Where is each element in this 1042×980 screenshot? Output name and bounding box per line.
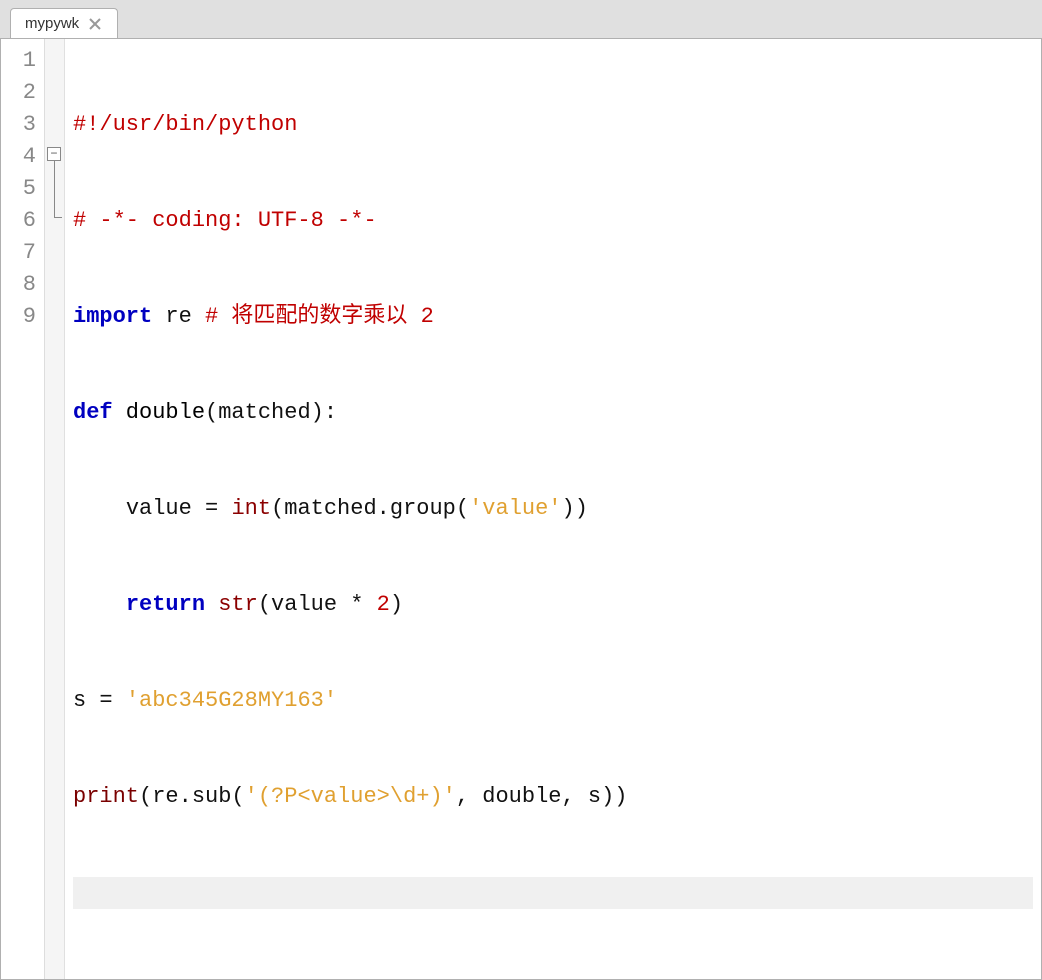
line-number: 9 — [5, 301, 36, 333]
shebang-comment: #!/usr/bin/python — [73, 112, 297, 137]
number-literal: 2 — [377, 592, 390, 617]
function-name: double — [113, 400, 205, 425]
keyword-import: import — [73, 304, 152, 329]
close-icon[interactable] — [87, 16, 103, 32]
fold-collapse-icon[interactable]: − — [47, 147, 61, 161]
string-literal: 'value' — [469, 496, 561, 521]
function-signature: (matched): — [205, 400, 337, 425]
builtin-str: str — [218, 592, 258, 617]
line-number: 4 — [5, 141, 36, 173]
keyword-def: def — [73, 400, 113, 425]
code-line-1: #!/usr/bin/python — [73, 109, 1033, 141]
line-number: 8 — [5, 269, 36, 301]
tab-mypywk[interactable]: mypywk — [10, 8, 118, 38]
builtin-int: int — [231, 496, 271, 521]
line-number-gutter: 1 2 3 4 5 6 7 8 9 — [1, 39, 45, 979]
tab-bar: mypywk — [0, 0, 1042, 39]
regex-string: '(?P<value>\d+)' — [245, 784, 456, 809]
function-call-print: print — [73, 784, 139, 809]
fold-end — [54, 217, 62, 218]
code-line-8: print(re.sub('(?P<value>\d+)', double, s… — [73, 781, 1033, 813]
module-name: re — [152, 304, 205, 329]
assignment: s = — [73, 688, 126, 713]
editor-container: mypywk 1 2 3 4 5 6 7 8 9 − — [0, 0, 1042, 504]
call-open: (re.sub( — [139, 784, 245, 809]
line-number: 2 — [5, 77, 36, 109]
indent — [73, 496, 126, 521]
code-line-3: import re # 将匹配的数字乘以 2 — [73, 301, 1033, 333]
line-number: 7 — [5, 237, 36, 269]
call-rest: , double, s)) — [456, 784, 628, 809]
fold-gutter: − — [45, 39, 65, 979]
code-line-4: def double(matched): — [73, 397, 1033, 429]
tab-label: mypywk — [25, 15, 79, 32]
blank-line — [73, 880, 86, 905]
call-close: )) — [562, 496, 588, 521]
indent — [73, 592, 126, 617]
assignment: value = — [126, 496, 232, 521]
coding-comment: # -*- coding: UTF-8 -*- — [73, 208, 377, 233]
string-literal: 'abc345G28MY163' — [126, 688, 337, 713]
code-line-2: # -*- coding: UTF-8 -*- — [73, 205, 1033, 237]
line-number: 1 — [5, 45, 36, 77]
args-open: (value * — [258, 592, 377, 617]
args-close: ) — [390, 592, 403, 617]
call-open: (matched.group( — [271, 496, 469, 521]
line-number: 5 — [5, 173, 36, 205]
code-line-5: value = int(matched.group('value')) — [73, 493, 1033, 525]
inline-comment: # 将匹配的数字乘以 2 — [205, 304, 434, 329]
line-number: 6 — [5, 205, 36, 237]
line-number: 3 — [5, 109, 36, 141]
code-area[interactable]: #!/usr/bin/python # -*- coding: UTF-8 -*… — [65, 39, 1041, 979]
fold-line — [54, 161, 55, 217]
code-line-7: s = 'abc345G28MY163' — [73, 685, 1033, 717]
code-line-9 — [73, 877, 1033, 909]
keyword-return: return — [126, 592, 205, 617]
editor-body: 1 2 3 4 5 6 7 8 9 − #!/usr/bin/python # … — [0, 39, 1042, 980]
code-line-6: return str(value * 2) — [73, 589, 1033, 621]
